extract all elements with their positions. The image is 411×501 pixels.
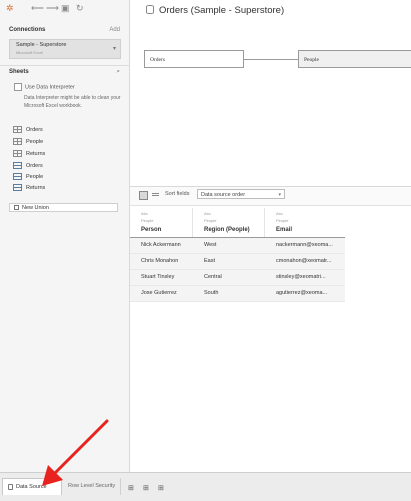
sheet-item-label: Returns — [26, 150, 46, 157]
left-sidebar: ✲ ⟵ ⟶ ▣ ↻ Connections Add Sample - Super… — [0, 0, 130, 472]
join-connector[interactable] — [244, 59, 298, 60]
column-source: People — [204, 218, 217, 223]
search-icon[interactable]: ⌕ — [116, 68, 120, 76]
sheet-icon — [13, 173, 22, 180]
data-interpreter-checkbox[interactable]: Use Data Interpreter — [14, 83, 75, 91]
sheet-icon — [13, 184, 22, 191]
sheet-icon — [13, 162, 22, 169]
column-name: Person — [141, 227, 162, 233]
database-icon — [8, 483, 13, 490]
tab-data-source[interactable]: Data Source — [2, 478, 62, 495]
top-toolbar: ✲ ⟵ ⟶ ▣ ↻ — [0, 0, 129, 17]
table-row: Chris Monahon East cmonahon@xeomatr... — [130, 254, 345, 270]
tableau-logo-icon[interactable]: ✲ — [6, 2, 14, 14]
data-interpreter-label: Use Data Interpreter — [25, 84, 75, 91]
tab-row-level-security[interactable]: Row Level Security — [65, 478, 121, 495]
new-dashboard-icon[interactable]: ⊞ — [143, 484, 149, 492]
string-type-icon: Abc — [276, 211, 283, 216]
datasource-title-text: Orders (Sample - Superstore) — [159, 5, 285, 16]
canvas-table-people[interactable]: People — [298, 50, 411, 68]
sheet-item-returns[interactable]: Returns — [13, 150, 45, 157]
table-icon — [13, 138, 22, 145]
new-worksheet-icon[interactable]: ⊞ — [128, 484, 134, 492]
cell-region: South — [204, 290, 219, 296]
cell-person: Nick Ackermann — [141, 242, 181, 248]
cell-email: nackermann@xeoma... — [276, 242, 333, 248]
connection-type: Microsoft Excel — [16, 50, 44, 55]
column-name: Email — [276, 227, 293, 233]
sheets-header: Sheets ⌕ — [9, 68, 120, 76]
data-interpreter-description: Data Interpreter might be able to clean … — [24, 95, 121, 109]
sort-fields-value: Data source order — [201, 192, 246, 198]
refresh-icon[interactable]: ↻ — [76, 2, 84, 14]
sheet-item-people[interactable]: People — [13, 138, 43, 145]
cell-person: Chris Monahon — [141, 258, 179, 264]
sort-fields-label: Sort fields — [165, 191, 190, 197]
sheet-item-people-named-range[interactable]: People — [13, 173, 43, 180]
cell-region: East — [204, 258, 216, 264]
grid-view-icon[interactable] — [139, 191, 148, 200]
save-icon[interactable]: ▣ — [61, 2, 70, 14]
checkbox-icon[interactable] — [14, 83, 22, 91]
table-icon — [13, 126, 22, 133]
string-type-icon: Abc — [141, 211, 148, 216]
cell-region: West — [204, 242, 217, 248]
table-row: Stuart Tinsley Central stinsley@xeomatri… — [130, 270, 345, 286]
chevron-down-icon: ▾ — [278, 192, 281, 198]
sheet-item-orders-named-range[interactable]: Orders — [13, 162, 43, 169]
sheets-title: Sheets — [9, 69, 29, 75]
connections-header: Connections Add — [9, 27, 120, 33]
database-icon — [146, 5, 154, 14]
cell-email: cmonahon@xeomatr... — [276, 258, 332, 264]
tab-data-source-label: Data Source — [16, 484, 47, 490]
new-union-button[interactable]: New Union — [9, 203, 118, 212]
sheet-item-label: People — [26, 138, 44, 145]
sheet-item-label: People — [26, 173, 44, 180]
union-icon — [14, 205, 19, 211]
connections-title: Connections — [9, 27, 46, 33]
cell-email: stinsley@xeomatri... — [276, 274, 326, 280]
datasource-title[interactable]: Orders (Sample - Superstore) — [146, 5, 284, 16]
sheet-item-label: Returns — [26, 184, 46, 191]
divider — [0, 65, 129, 66]
grid-toolbar: Sort fields Data source order ▾ — [130, 186, 411, 206]
cell-person: Jose Gutierrez — [141, 290, 177, 296]
column-source: People — [141, 218, 154, 223]
new-story-icon[interactable]: ⊞ — [158, 484, 164, 492]
add-connection-link[interactable]: Add — [109, 27, 120, 33]
canvas-table-orders[interactable]: Orders — [144, 50, 244, 68]
column-name: Region (People) — [204, 227, 250, 233]
back-arrow-icon[interactable]: ⟵ — [31, 2, 44, 14]
column-header-person[interactable]: Abc People Person — [130, 208, 193, 237]
new-union-label: New Union — [22, 205, 49, 211]
column-header-email[interactable]: Abc People Email — [265, 208, 345, 237]
bottom-tab-bar: Data Source Row Level Security ⊞ ⊞ ⊞ — [0, 472, 411, 501]
grid-header: Abc People Person Abc People Region (Peo… — [130, 208, 345, 238]
column-source: People — [276, 218, 289, 223]
chevron-down-icon[interactable]: ▾ — [113, 45, 116, 52]
connection-item[interactable]: Sample - Superstore Microsoft Excel ▾ — [9, 39, 121, 59]
cell-region: Central — [204, 274, 222, 280]
table-icon — [13, 150, 22, 157]
cell-email: agutierrez@xeoma... — [276, 290, 328, 296]
column-header-region[interactable]: Abc People Region (People) — [193, 208, 265, 237]
forward-arrow-icon[interactable]: ⟶ — [46, 2, 59, 14]
list-view-icon[interactable] — [152, 191, 159, 198]
sheet-item-orders[interactable]: Orders — [13, 126, 43, 133]
cell-person: Stuart Tinsley — [141, 274, 175, 280]
table-row: Jose Gutierrez South agutierrez@xeoma... — [130, 286, 345, 302]
string-type-icon: Abc — [204, 211, 211, 216]
table-row: Nick Ackermann West nackermann@xeoma... — [130, 238, 345, 254]
sort-fields-select[interactable]: Data source order ▾ — [197, 189, 285, 199]
sheet-item-returns-named-range[interactable]: Returns — [13, 184, 45, 191]
sheet-item-label: Orders — [26, 162, 43, 169]
connection-name: Sample - Superstore — [16, 42, 67, 48]
sheet-item-label: Orders — [26, 126, 43, 133]
